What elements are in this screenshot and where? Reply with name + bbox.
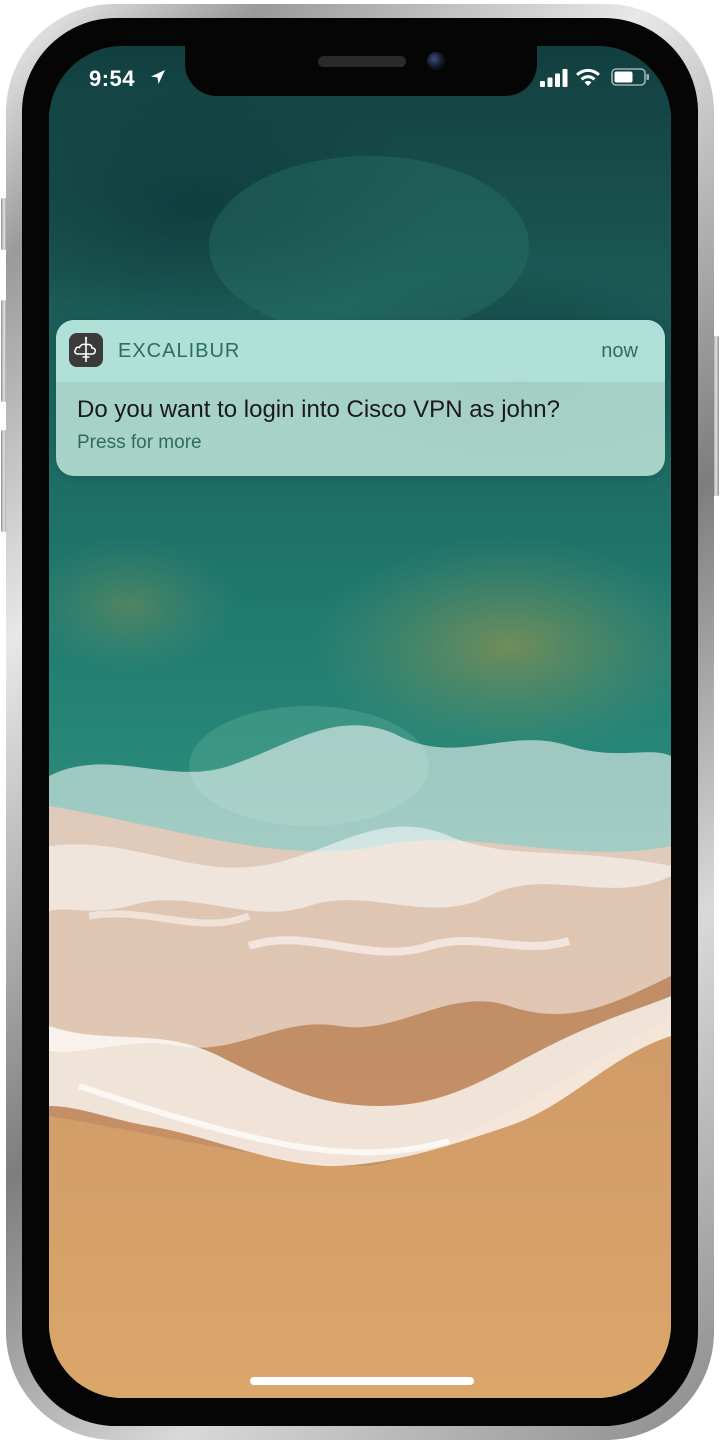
earpiece-speaker (318, 56, 406, 67)
notification-press-for-more: Press for more (77, 432, 202, 453)
notification-time: now (601, 340, 638, 362)
device-screenshot: 9:54 EXCALIBUR now Do you want to login … (0, 0, 720, 1444)
status-time: 9:54 (89, 66, 136, 91)
excalibur-app-icon (69, 333, 103, 367)
notification-header: EXCALIBUR now (56, 320, 665, 382)
cloud-sword-icon (74, 336, 97, 362)
beach-wallpaper (49, 46, 671, 1398)
push-notification[interactable]: EXCALIBUR now Do you want to login into … (56, 320, 665, 476)
front-camera (427, 52, 445, 70)
notification-title: Do you want to login into Cisco VPN as j… (77, 396, 560, 423)
home-indicator[interactable] (250, 1377, 474, 1385)
lock-screen: 9:54 EXCALIBUR now Do you want to login … (49, 46, 671, 1398)
cellular-signal-icon (540, 69, 568, 87)
location-arrow-icon (151, 70, 165, 84)
battery-icon (611, 68, 649, 86)
wifi-icon (576, 68, 600, 86)
notch (185, 46, 537, 96)
notification-app-name: EXCALIBUR (118, 340, 241, 362)
